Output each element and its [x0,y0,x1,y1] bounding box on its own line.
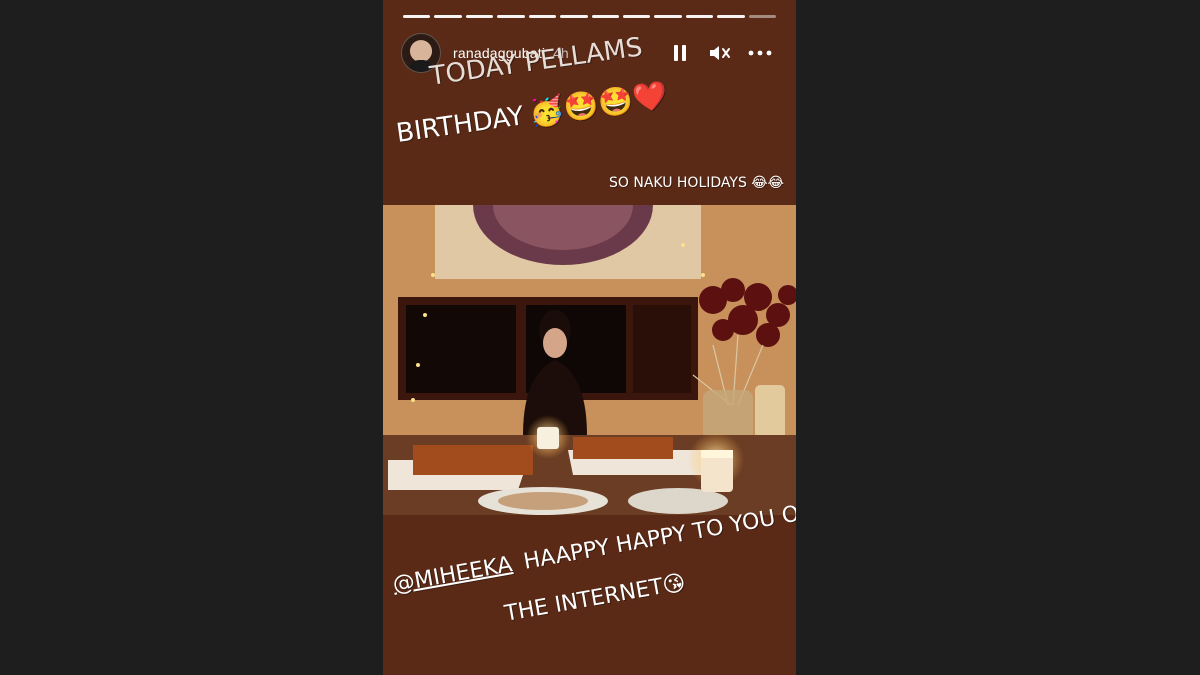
more-horizontal-icon[interactable] [748,41,772,65]
story-photo [383,205,796,515]
progress-segment [434,15,462,18]
progress-segment [654,15,682,18]
progress-segment-current [748,15,777,18]
story-progress-bar [403,15,777,18]
story-viewer[interactable]: ranadaggubati 4h TODAY PELLAMS BIRTHDAY🥳… [383,0,796,675]
speaker-muted-icon[interactable] [708,41,732,65]
progress-segment [622,15,651,18]
progress-segment [497,15,525,18]
progress-segment [403,15,431,18]
progress-segment [465,15,494,18]
mention-tag[interactable]: @MIHEEKA [391,552,514,598]
progress-segment [528,15,557,18]
emoji-sticker: 🥳🤩🤩❤️ [527,78,670,131]
story-controls [668,41,772,65]
progress-segment [685,15,714,18]
pause-icon[interactable] [668,41,692,65]
progress-segment [591,15,619,18]
progress-segment [717,15,745,18]
story-text-line: SO NAKU HOLIDAYS 😂😂 [608,175,784,191]
progress-segment [560,15,588,18]
story-text-birthday: BIRTHDAY [394,101,526,149]
story-text-line: THE INTERNET😘 [502,570,688,627]
